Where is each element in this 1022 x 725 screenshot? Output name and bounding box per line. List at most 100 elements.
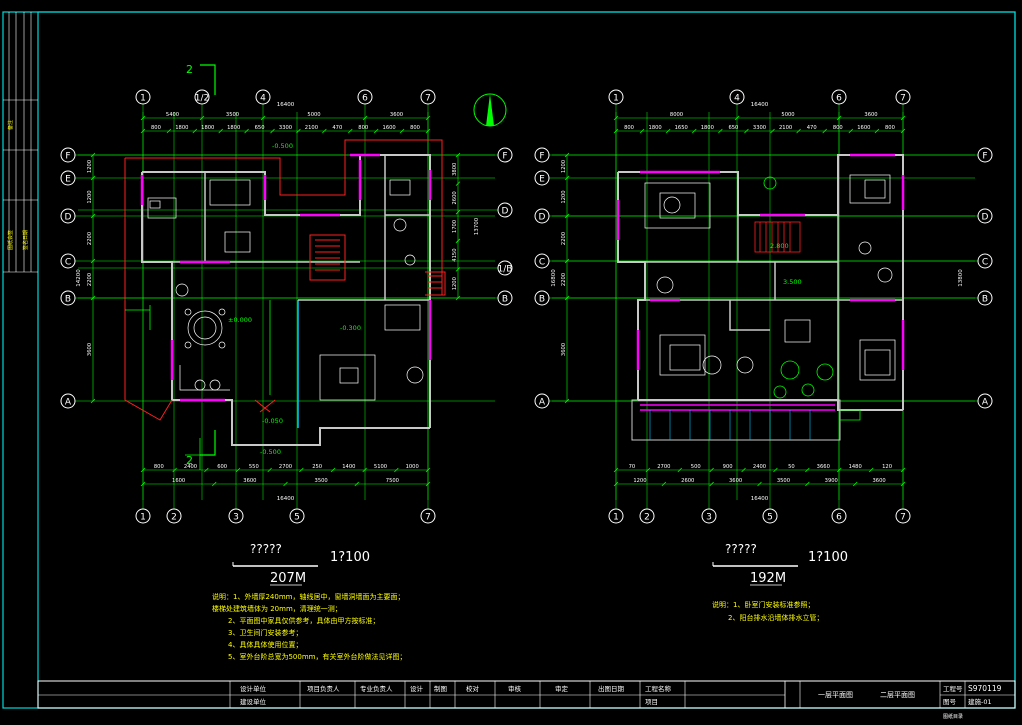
rp-dim-top-1-text: 5000 xyxy=(781,112,794,118)
rp-axis-left-label: F xyxy=(539,152,544,162)
lp-dim-right-text: 1200 xyxy=(452,277,458,290)
tb-design: 设计 xyxy=(410,684,424,693)
left-note-2: 2、平面图中家具仅供参考，具体由甲方按标准； xyxy=(228,616,379,625)
lp-dim-left-text: 2200 xyxy=(87,232,93,245)
rp-dim-bot-1-text: 900 xyxy=(723,464,733,470)
rp-dim-top-1-text: 3600 xyxy=(864,112,877,118)
rp-dim-bot-1-text: 50 xyxy=(788,464,795,470)
right-level-1: 2.800 xyxy=(770,242,789,250)
lp-dim-right-text: 2600 xyxy=(452,191,458,204)
lp-axis-right-label: F xyxy=(502,152,507,162)
tb-job-number: S970119 xyxy=(968,684,1002,693)
rp-dim-right-overall: 13800 xyxy=(958,269,964,287)
right-area: 192M xyxy=(750,571,786,586)
rp-dim-left-text: 2200 xyxy=(561,273,567,286)
rp-dim-left-text: 1200 xyxy=(561,190,567,203)
left-level-4: -0.050 xyxy=(262,417,283,425)
rp-axis-bottom-label: 6 xyxy=(836,513,842,523)
lp-dim-bot-2-text: 3600 xyxy=(243,478,256,484)
lp-axis-left-label: B xyxy=(65,295,71,305)
rp-dim-bot-2-text: 3500 xyxy=(777,478,790,484)
rp-dim-top-2-text: 3300 xyxy=(753,125,766,131)
left-plan-dimensions: 16400 5400 3500 5000 3600 800 1800 1800 1800 650 3… xyxy=(76,102,480,502)
rp-dim-bot-2-text: 3900 xyxy=(825,478,838,484)
strip-label-remarks: 备注 xyxy=(7,120,14,130)
rp-dim-bot-2-text: 2600 xyxy=(681,478,694,484)
tb-project-lead: 项目负责人 xyxy=(307,684,340,693)
lp-dim-bot-1-text: 600 xyxy=(217,464,227,470)
rp-dim-left-overall: 16800 xyxy=(551,269,557,287)
right-notes: 说明：1、卧室门安装标准参照； 2、阳台排水沿墙体排水立管； xyxy=(712,600,823,622)
lp-dim-left-text: 1200 xyxy=(87,160,93,173)
rp-axis-top-label: 4 xyxy=(734,94,740,104)
lp-axis-left-label: E xyxy=(65,175,71,185)
title-block: 设计单位 项目负责人 专业负责人 设计 制图 校对 审核 审定 出图日期 工程名… xyxy=(37,680,1016,720)
rp-dim-top-2-text: 800 xyxy=(833,125,843,131)
lp-dim-bot-1-text: 550 xyxy=(249,464,259,470)
rp-dim-top-2-text: 1800 xyxy=(701,125,714,131)
tb-item: 项目 xyxy=(645,698,658,706)
rp-dim-bot-2-text: 1200 xyxy=(633,478,646,484)
lp-dim-bot-overall: 16400 xyxy=(277,496,295,502)
lp-dim-top-1-text: 3600 xyxy=(390,112,403,118)
lp-dim-top-1-text: 5400 xyxy=(166,112,179,118)
first-floor-plan: 164005400 3500 5000 3600800 1800 1800 1800 650 3… xyxy=(60,63,513,661)
cad-drawing-canvas: 备注 图纸会签 签名日期 164005400 3500 5000 3600800 180… xyxy=(2,11,1016,720)
lp-dim-bot-1-text: 2700 xyxy=(279,464,292,470)
left-plan-grid-lines xyxy=(75,104,498,509)
outer-frame xyxy=(2,11,1016,709)
rp-dim-top-1-text: 8000 xyxy=(670,112,683,118)
lp-dim-top-2-text: 1800 xyxy=(201,125,214,131)
lp-dim-right-overall: 13700 xyxy=(474,217,480,235)
right-level-2: 3.500 xyxy=(783,278,802,286)
lp-dim-bot-2-text: 1600 xyxy=(172,478,185,484)
rp-dim-bot-1-text: 2700 xyxy=(657,464,670,470)
rp-dim-top-2-text: 1600 xyxy=(857,125,870,131)
lp-dim-right-text: 4150 xyxy=(452,248,458,261)
left-plan-walls xyxy=(140,153,432,446)
rp-axis-bottom-label: 1 xyxy=(613,513,619,523)
rp-axis-bottom-label: 2 xyxy=(644,513,650,523)
lp-axis-left-label: D xyxy=(65,213,72,223)
rp-axis-right-label: F xyxy=(982,152,987,162)
lp-dim-top-2-text: 1600 xyxy=(383,125,396,131)
rp-axis-top-label: 7 xyxy=(900,94,906,104)
lp-dim-top-1-text: 5000 xyxy=(307,112,320,118)
tb-discipline-lead: 专业负责人 xyxy=(360,684,393,693)
lp-axis-bottom-label: 7 xyxy=(425,513,431,523)
left-scale-ratio: 1?100 xyxy=(330,550,370,565)
rp-axis-bottom-label: 7 xyxy=(900,513,906,523)
lp-dim-left-text: 2200 xyxy=(87,273,93,286)
left-scale-title: ????? xyxy=(250,542,282,556)
lp-dim-bot-2-text: 3500 xyxy=(315,478,328,484)
left-note-0: 说明：1、外墙厚240mm，轴线居中，窗墙洞墙面为主要面； xyxy=(212,592,404,601)
strip-label-date: 签名日期 xyxy=(22,230,29,250)
tb-sheet-number: 建施-01 xyxy=(968,697,992,706)
section-mark-bottom: 2 xyxy=(186,454,193,467)
rp-dim-bot-1-text: 120 xyxy=(882,464,892,470)
rp-dim-bot-1-text: 3660 xyxy=(817,464,830,470)
rp-dim-top-2-text: 1650 xyxy=(675,125,688,131)
lp-axis-top-label: 7 xyxy=(425,94,431,104)
rp-axis-left-label: D xyxy=(539,213,546,223)
lp-dim-bot-1-text: 1000 xyxy=(406,464,419,470)
tb-sheet-label: 图号 xyxy=(943,698,957,706)
rp-axis-top-label: 1 xyxy=(613,94,619,104)
lp-dim-top-2-text: 800 xyxy=(358,125,368,131)
lp-axis-left-label: A xyxy=(65,398,72,408)
tb-issue-date: 出图日期 xyxy=(598,684,625,693)
lp-axis-bottom-label: 1 xyxy=(140,513,146,523)
lp-axis-top-label: 1/2 xyxy=(195,94,209,104)
tb-drafting: 制图 xyxy=(434,684,447,693)
tb-design-unit: 设计单位 xyxy=(240,684,267,693)
rp-dim-bot-overall: 16400 xyxy=(751,496,769,502)
rp-axis-right-label: C xyxy=(982,258,988,268)
lp-axis-right-label: D xyxy=(502,207,509,217)
lp-axis-left-label: F xyxy=(65,152,70,162)
lp-dim-top-2-text: 650 xyxy=(255,125,265,131)
lp-dim-top-2-text: 3300 xyxy=(279,125,292,131)
lp-dim-bot-1-text: 800 xyxy=(154,464,164,470)
strip-label-countersign: 图纸会签 xyxy=(7,230,14,250)
tb-check: 校对 xyxy=(466,684,480,693)
rp-dim-top-2-text: 1800 xyxy=(649,125,662,131)
